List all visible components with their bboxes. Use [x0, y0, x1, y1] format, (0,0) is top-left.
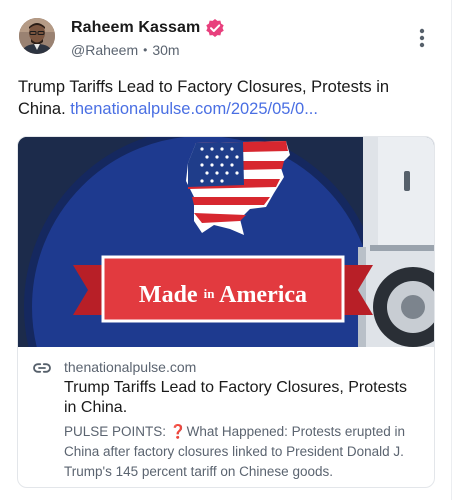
banner-word-2: in — [204, 286, 216, 301]
banner-word-3: America — [219, 282, 307, 308]
link-preview-card[interactable]: Made in America thenationalpulse.com Tru… — [17, 136, 435, 488]
meta-separator: • — [143, 43, 148, 57]
author-avatar[interactable] — [19, 18, 55, 54]
post-timestamp[interactable]: 30m — [152, 42, 179, 58]
post-link[interactable]: thenationalpulse.com/2025/05/0... — [70, 100, 318, 118]
author-handle[interactable]: @Raheem — [71, 42, 138, 58]
card-description: PULSE POINTS: ❓What Happened: Protests e… — [64, 424, 405, 479]
avatar-image — [19, 18, 55, 54]
card-image: Made in America — [18, 137, 434, 347]
card-domain: thenationalpulse.com — [64, 359, 197, 375]
author-display-name[interactable]: Raheem Kassam — [71, 19, 200, 37]
banner-text: Made in America — [139, 278, 307, 308]
post-text: Trump Tariffs Lead to Factory Closures, … — [18, 76, 436, 120]
kebab-menu-icon — [419, 28, 425, 48]
post-author: Raheem Kassam @Raheem • 30m — [71, 18, 225, 58]
more-options-button[interactable] — [412, 26, 432, 50]
card-body: thenationalpulse.com Trump Tariffs Lead … — [18, 347, 434, 482]
banner-word-1: Made — [139, 282, 198, 308]
feed-post: Raheem Kassam @Raheem • 30m Trump Tariff… — [0, 0, 452, 500]
post-meta: @Raheem • 30m — [71, 42, 225, 58]
verified-badge-icon — [205, 18, 225, 38]
card-title[interactable]: Trump Tariffs Lead to Factory Closures, … — [64, 378, 422, 418]
